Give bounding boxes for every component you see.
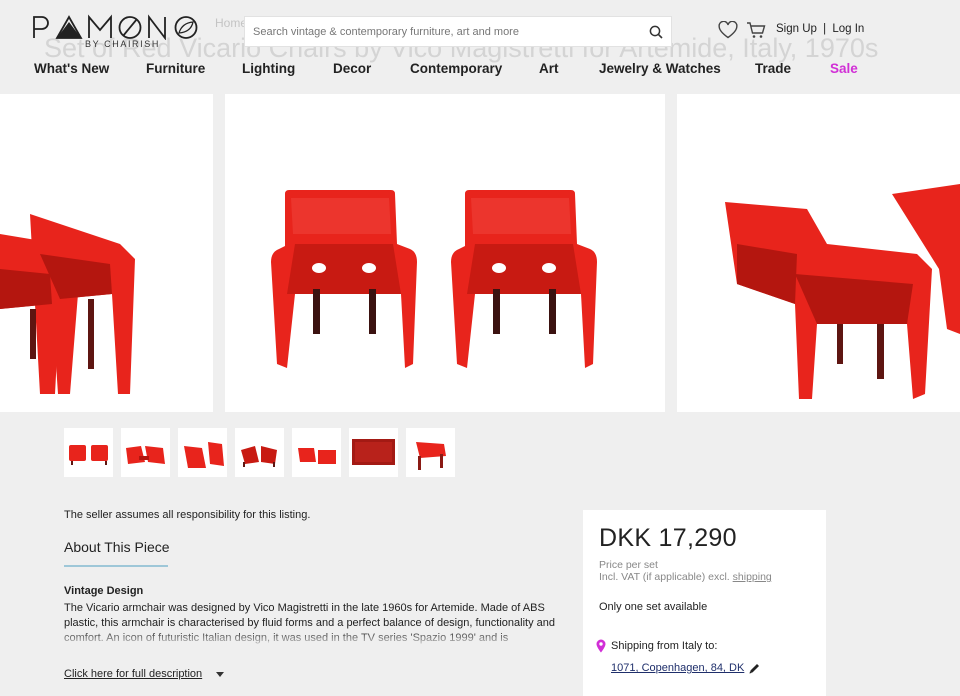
pamono-logo[interactable]: BY CHAIRISH: [33, 14, 199, 50]
chevron-down-icon[interactable]: [216, 672, 224, 677]
nav-item-decor[interactable]: Decor: [333, 61, 371, 76]
location-pin-icon: [596, 639, 606, 653]
thumbnail-7[interactable]: [406, 428, 455, 477]
thumbnail-4[interactable]: [235, 428, 284, 477]
thumbnail-2[interactable]: [121, 428, 170, 477]
product-gallery[interactable]: [0, 94, 960, 412]
heart-icon[interactable]: [718, 20, 738, 39]
description-fade: [64, 630, 564, 648]
availability-text: Only one set available: [599, 601, 708, 613]
about-this-piece-heading[interactable]: About This Piece: [64, 539, 170, 555]
gallery-photo-previous[interactable]: [0, 94, 213, 412]
cart-icon[interactable]: [746, 21, 766, 39]
breadcrumb[interactable]: Home: [215, 16, 247, 30]
search-input[interactable]: [253, 25, 641, 38]
log-in-link[interactable]: Log In: [832, 23, 864, 35]
nav-item-lighting[interactable]: Lighting: [242, 61, 295, 76]
logo-subtitle: BY CHAIRISH: [85, 39, 160, 49]
thumbnail-5[interactable]: [292, 428, 341, 477]
price: DKK 17,290: [599, 524, 737, 552]
pencil-icon[interactable]: [748, 662, 761, 675]
gallery-photo-main[interactable]: [225, 94, 665, 412]
site-header: Set of Red Vicario Chairs by Vico Magist…: [0, 0, 960, 94]
nav-item-art[interactable]: Art: [539, 61, 559, 76]
logo-wordmark-icon: [33, 14, 198, 40]
description-heading: Vintage Design: [64, 585, 144, 597]
price-card: DKK 17,290 Price per set Incl. VAT (if a…: [583, 510, 826, 696]
shipping-destination-link[interactable]: 1071, Copenhagen, 84, DK: [611, 662, 744, 674]
shipping-from-text: Shipping from Italy to:: [611, 640, 718, 652]
search-bar[interactable]: [244, 16, 672, 47]
thumbnail-3[interactable]: [178, 428, 227, 477]
tab-underline: [64, 565, 168, 567]
full-description-link[interactable]: Click here for full description: [64, 668, 202, 680]
thumbnail-6[interactable]: [349, 428, 398, 477]
nav-item-jewelry-watches[interactable]: Jewelry & Watches: [599, 61, 721, 76]
price-unit: Price per set: [599, 559, 658, 571]
nav-item-whats-new[interactable]: What's New: [34, 61, 109, 76]
search-icon[interactable]: [641, 17, 671, 47]
nav-item-contemporary[interactable]: Contemporary: [410, 61, 502, 76]
gallery-photo-next[interactable]: [677, 94, 960, 412]
sign-up-link[interactable]: Sign Up: [776, 23, 817, 35]
auth-links: Sign Up | Log In: [776, 23, 864, 35]
nav-item-trade[interactable]: Trade: [755, 61, 791, 76]
auth-separator: |: [823, 23, 827, 35]
seller-responsibility-note: The seller assumes all responsibility fo…: [64, 509, 311, 521]
vat-text: Incl. VAT (if applicable) excl.: [599, 571, 730, 583]
shipping-link[interactable]: shipping: [733, 571, 772, 583]
vat-note: Incl. VAT (if applicable) excl. shipping: [599, 571, 772, 583]
nav-item-sale[interactable]: Sale: [830, 61, 858, 76]
main-nav: What's New Furniture Lighting Decor Cont…: [0, 61, 960, 79]
thumbnail-1[interactable]: [64, 428, 113, 477]
nav-item-furniture[interactable]: Furniture: [146, 61, 205, 76]
